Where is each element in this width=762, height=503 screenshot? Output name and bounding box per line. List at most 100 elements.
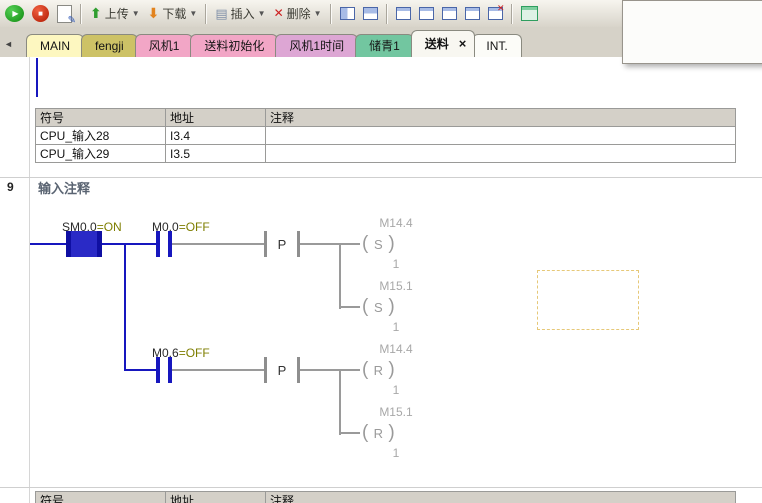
coil-set-m15.1[interactable]: M15.1 (S) 1 <box>340 277 432 335</box>
edge-letter: P <box>278 237 287 252</box>
toolbar-separator <box>205 4 207 24</box>
coil-set-m14.4[interactable]: M14.4 (S) 1 <box>340 214 432 272</box>
close-window-icon <box>488 7 503 20</box>
wire <box>340 369 360 371</box>
coil-operand: 1 <box>340 256 432 272</box>
comment-cell[interactable] <box>266 127 736 145</box>
coil-address: M15.1 <box>340 277 432 295</box>
toolbar-separator <box>511 4 513 24</box>
tab-chuqing1[interactable]: 储青1 <box>355 34 414 57</box>
positive-edge-contact[interactable]: P <box>264 231 300 257</box>
stop-icon: ■ <box>32 5 49 22</box>
tab-songliao-label: 送料 <box>425 37 449 51</box>
close-window-button[interactable] <box>485 6 506 21</box>
address-column-header[interactable]: 地址 <box>166 109 266 127</box>
download-icon: ⬇ <box>148 5 160 22</box>
download-dropdown-icon[interactable]: ▼ <box>189 9 197 18</box>
coil-function: S <box>370 237 386 252</box>
comment-cell[interactable] <box>266 145 736 163</box>
coil-paren: ) <box>386 233 396 255</box>
wire <box>30 243 66 245</box>
coil-paren: ( <box>360 422 370 444</box>
insert-dropdown-icon[interactable]: ▼ <box>258 9 266 18</box>
tab-scroll-left-button[interactable]: ◄ <box>1 35 16 53</box>
network-title: 输入注释 <box>38 178 90 197</box>
tile-horizontal-button[interactable] <box>360 6 381 21</box>
wire <box>102 243 156 245</box>
coil-reset-m14.4[interactable]: M14.4 (R) 1 <box>340 340 432 398</box>
tab-fengji1-shijian[interactable]: 风机1时间 <box>275 34 358 57</box>
coil-function: R <box>370 426 386 441</box>
coil-address: M14.4 <box>340 340 432 358</box>
address-cell[interactable]: I3.4 <box>166 127 266 145</box>
coil-address: M15.1 <box>340 403 432 421</box>
tooltip-popup <box>622 0 762 64</box>
symbol-cell[interactable]: CPU_输入28 <box>36 127 166 145</box>
network-number[interactable]: 9 <box>7 180 14 194</box>
wire <box>340 243 360 245</box>
contact-state: =OFF <box>179 220 210 234</box>
insert-button[interactable]: ▤ 插入 ▼ <box>212 4 268 23</box>
wire <box>172 369 264 371</box>
symbol-table-row: CPU_输入29 I3.5 <box>36 145 736 163</box>
run-button[interactable]: ▶ <box>2 4 27 23</box>
comment-column-header[interactable]: 注释 <box>266 109 736 127</box>
network-separator <box>0 487 762 488</box>
contact-m0.6[interactable] <box>156 357 172 383</box>
coil-address: M14.4 <box>340 214 432 232</box>
wire <box>300 243 340 245</box>
contact-sm0.0[interactable] <box>66 231 102 257</box>
symbol-column-header[interactable]: 符号 <box>36 109 166 127</box>
coil-paren: ( <box>360 233 370 255</box>
delete-dropdown-icon[interactable]: ▼ <box>314 9 322 18</box>
window-button-1[interactable] <box>393 6 414 21</box>
window-icon <box>442 7 457 20</box>
coil-paren: ) <box>386 296 396 318</box>
window-button-4[interactable] <box>462 6 483 21</box>
window-icon <box>465 7 480 20</box>
wire <box>300 369 340 371</box>
coil-operand: 1 <box>340 382 432 398</box>
tab-songliao-chushihua[interactable]: 送料初始化 <box>190 34 278 57</box>
tile-vertical-button[interactable] <box>337 6 358 21</box>
symbol-cell[interactable]: CPU_输入29 <box>36 145 166 163</box>
insert-label: 插入 <box>231 5 255 22</box>
positive-edge-contact[interactable]: P <box>264 357 300 383</box>
tab-fengji[interactable]: fengji <box>81 34 138 57</box>
tile-horizontal-icon <box>363 7 378 20</box>
coil-reset-m15.1[interactable]: M15.1 (R) 1 <box>340 403 432 461</box>
branch-wire <box>124 243 126 371</box>
compile-icon: ✎ <box>57 5 72 23</box>
download-label: 下载 <box>162 5 186 22</box>
tab-fengji1[interactable]: 风机1 <box>135 34 194 57</box>
tab-songliao-active[interactable]: 送料 × <box>411 30 476 57</box>
wire <box>172 243 264 245</box>
upload-icon: ⬆ <box>90 5 102 22</box>
delete-button[interactable]: ✕ 删除 ▼ <box>271 4 325 23</box>
delete-label: 删除 <box>287 5 311 22</box>
tab-int[interactable]: INT. <box>472 34 521 57</box>
run-icon: ▶ <box>5 5 24 22</box>
coil-operand: 1 <box>340 319 432 335</box>
download-button[interactable]: ⬇ 下载 ▼ <box>145 4 201 23</box>
tab-close-icon[interactable]: × <box>459 36 467 51</box>
compile-button[interactable]: ✎ <box>54 4 75 24</box>
comment-column-header[interactable]: 注释 <box>266 492 736 503</box>
window-button-2[interactable] <box>416 6 437 21</box>
symbol-column-header[interactable]: 符号 <box>36 492 166 503</box>
symbol-table-header-row: 符号 地址 注释 <box>36 492 736 503</box>
status-view-icon <box>521 6 538 21</box>
coil-operand: 1 <box>340 445 432 461</box>
upload-dropdown-icon[interactable]: ▼ <box>132 9 140 18</box>
address-cell[interactable]: I3.5 <box>166 145 266 163</box>
contact-m0.0[interactable] <box>156 231 172 257</box>
wire <box>124 369 156 371</box>
coil-paren: ) <box>386 422 396 444</box>
window-button-3[interactable] <box>439 6 460 21</box>
stop-button[interactable]: ■ <box>29 4 52 23</box>
tab-main[interactable]: MAIN <box>26 34 84 57</box>
toolbar-separator <box>330 4 332 24</box>
address-column-header[interactable]: 地址 <box>166 492 266 503</box>
upload-button[interactable]: ⬆ 上传 ▼ <box>87 4 143 23</box>
status-view-button[interactable] <box>518 5 541 22</box>
